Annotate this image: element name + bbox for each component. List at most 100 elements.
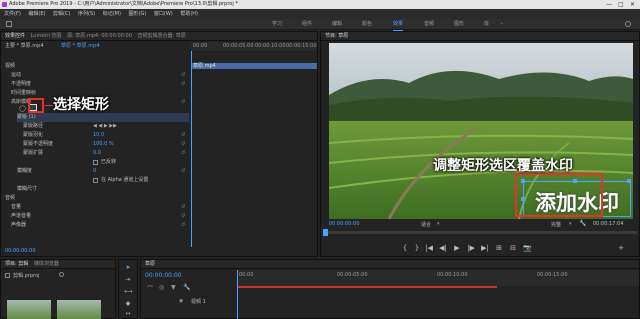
rectangle-mask-highlight: [28, 98, 44, 113]
menu-edit[interactable]: 编辑(E): [28, 9, 45, 19]
reset-icon[interactable]: ↺: [181, 204, 185, 210]
home-icon[interactable]: [6, 21, 12, 27]
close-icon[interactable]: ✕: [630, 0, 635, 9]
workspace-more-icon[interactable]: »: [500, 19, 503, 30]
program-timecode[interactable]: 00:00:00:00: [329, 221, 360, 227]
export-frame-button[interactable]: 📷: [523, 244, 532, 252]
search-icon[interactable]: [625, 21, 631, 27]
menu-window[interactable]: 窗口(W): [154, 9, 173, 19]
search-icon[interactable]: [59, 272, 64, 277]
program-playhead[interactable]: [323, 229, 328, 236]
clip-header[interactable]: 主要 * 草原.mp4: [5, 42, 44, 51]
reset-icon[interactable]: ↺: [181, 141, 185, 147]
extract-button[interactable]: ⊟: [509, 244, 517, 252]
workspace-graphics[interactable]: 图形: [454, 19, 464, 30]
tab-media-browser[interactable]: 媒体浏览器: [34, 260, 59, 268]
workspace-learn[interactable]: 学习: [272, 19, 282, 30]
effect-volume[interactable]: 音量: [11, 203, 21, 212]
step-forward-button[interactable]: |▶: [467, 244, 475, 252]
eye-icon[interactable]: ◉: [179, 298, 183, 304]
menu-clip[interactable]: 剪辑(C): [53, 9, 70, 19]
effect-opacity[interactable]: 不透明度: [11, 80, 31, 89]
mask-track-controls[interactable]: ◀ ◀ ▶ ▶▶: [93, 123, 117, 129]
track-select-tool-icon[interactable]: ⇥: [124, 276, 132, 284]
chevron-down-icon[interactable]: ▾: [569, 221, 572, 227]
effect-motion[interactable]: 运动: [11, 71, 21, 80]
ellipse-mask-icon[interactable]: ◯: [19, 105, 26, 112]
add-marker-icon[interactable]: ▼: [171, 284, 176, 291]
resolution-dropdown[interactable]: 完整: [551, 221, 561, 228]
slip-tool-icon[interactable]: ↔: [124, 310, 132, 318]
media-thumbnail[interactable]: [57, 300, 101, 319]
go-to-in-button[interactable]: |◀: [425, 244, 433, 252]
video-frame[interactable]: 添加水印 调整矩形选区覆盖水印: [329, 43, 633, 219]
media-thumbnail[interactable]: [7, 300, 51, 319]
mask-feather-value[interactable]: 10.0: [93, 131, 104, 140]
chevron-down-icon[interactable]: ▾: [437, 221, 440, 227]
wrench-icon[interactable]: 🔧: [183, 284, 190, 291]
effect-clip-bar[interactable]: 草原.mp4: [191, 63, 317, 69]
workspace-color[interactable]: 颜色: [362, 19, 372, 30]
reset-icon[interactable]: ↺: [181, 213, 185, 219]
reset-icon[interactable]: ↺: [181, 72, 185, 78]
reset-icon[interactable]: ↺: [181, 150, 185, 156]
ripple-edit-tool-icon[interactable]: ⟷: [124, 288, 133, 296]
workspace-editing[interactable]: 编辑: [332, 19, 342, 30]
maximize-icon[interactable]: □: [618, 0, 624, 9]
sequence-header[interactable]: 草原 * 草原.mp4: [61, 42, 100, 51]
go-to-out-button[interactable]: ▶|: [481, 244, 489, 252]
linked-selection-icon[interactable]: ◎: [159, 284, 164, 291]
alpha-checkbox[interactable]: [93, 178, 98, 183]
mask-1[interactable]: 蒙版 (1): [17, 113, 189, 122]
button-editor-button[interactable]: +: [617, 244, 625, 252]
effect-channel-volume[interactable]: 声道音量: [11, 212, 31, 221]
tab-audio-clip-mixer[interactable]: 音频剪辑混合器: 草原: [137, 32, 185, 40]
effect-playhead[interactable]: [191, 51, 192, 247]
reset-icon[interactable]: ↺: [181, 168, 185, 174]
mark-in-button[interactable]: {: [401, 244, 409, 252]
menu-graphics[interactable]: 图形(G): [129, 9, 147, 19]
reset-icon[interactable]: ↺: [181, 81, 185, 87]
workspace-assembly[interactable]: 组件: [302, 19, 312, 30]
workspace-effects[interactable]: 效果: [393, 19, 404, 31]
menu-sequence[interactable]: 序列(S): [78, 9, 95, 19]
workspace-libraries[interactable]: 库: [484, 19, 489, 30]
mask-path[interactable]: 蒙版路径: [23, 122, 43, 131]
fit-dropdown[interactable]: 适合: [421, 221, 431, 228]
program-scrub-bar[interactable]: [325, 231, 637, 234]
inverted-checkbox[interactable]: [93, 160, 98, 165]
lift-button[interactable]: ⊞: [495, 244, 503, 252]
timeline-timecode[interactable]: 00:00:00:00: [145, 272, 182, 279]
effect-panner[interactable]: 声像器: [11, 221, 26, 230]
play-button[interactable]: ▶: [453, 244, 461, 252]
menu-file[interactable]: 文件(F): [4, 9, 21, 19]
effect-time-remap[interactable]: 时间重映射: [11, 89, 36, 98]
tab-program[interactable]: 节目: 草原: [325, 32, 348, 40]
tab-source[interactable]: 源: 草原.mp4: 00:00:00:00: [67, 32, 132, 40]
effect-bottom-timecode[interactable]: 00:00:00:00: [5, 247, 36, 256]
menu-marker[interactable]: 标记(M): [103, 9, 121, 19]
timeline-playhead[interactable]: [237, 270, 238, 319]
reset-icon[interactable]: ↺: [181, 222, 185, 228]
mark-out-button[interactable]: }: [413, 244, 421, 252]
timeline-ruler[interactable]: 00:00 00:00:05:00 00:00:10:00 00:00:15:0…: [237, 270, 639, 286]
tab-sequence[interactable]: 草原: [145, 260, 155, 268]
mask-expansion-value[interactable]: 0.0: [93, 149, 101, 158]
selection-tool-icon[interactable]: ➤: [124, 264, 132, 272]
minimize-icon[interactable]: —: [606, 0, 612, 9]
tab-effect-controls[interactable]: 效果控件: [5, 32, 25, 40]
mask-handle[interactable]: [627, 179, 631, 183]
wrench-icon[interactable]: 🔧: [579, 220, 586, 227]
snap-icon[interactable]: ⌒: [147, 284, 153, 293]
razor-tool-icon[interactable]: ◆: [124, 300, 132, 308]
blurriness-value[interactable]: 0: [93, 167, 96, 176]
tab-lumetri-scopes[interactable]: Lumetri 范围: [31, 32, 62, 40]
reset-icon[interactable]: ↺: [181, 132, 185, 138]
tab-project[interactable]: 项目: 剪辑: [5, 260, 28, 268]
workspace-audio[interactable]: 音频: [424, 19, 434, 30]
reset-icon[interactable]: ↺: [181, 99, 185, 105]
menu-help[interactable]: 帮助(H): [180, 9, 198, 19]
step-back-button[interactable]: ◀|: [439, 244, 447, 252]
mask-opacity-value[interactable]: 100.0 %: [93, 140, 114, 149]
effect-timeline-ruler[interactable]: 00:00 00:00:05:00 00:00:10:00 00:00:15:0…: [191, 42, 317, 51]
